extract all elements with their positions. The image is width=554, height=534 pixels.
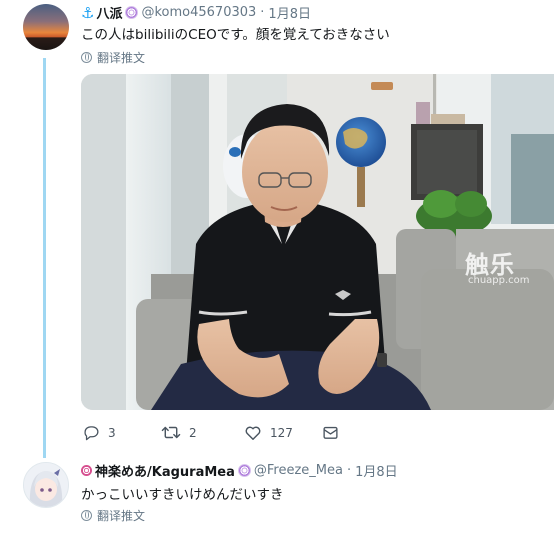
watermark-url: chuapp.com	[468, 275, 530, 286]
reply-icon	[84, 426, 99, 441]
tweet2-translate-label: 翻译推文	[97, 509, 146, 523]
heart-icon	[245, 426, 261, 440]
globe-icon	[81, 52, 92, 63]
tweet2-display-name[interactable]: 神楽めあ/KaguraMea	[95, 461, 235, 480]
tweet1-text: この人はbilibiliのCEOです。顔を覚えておきなさい	[81, 27, 390, 43]
retweet-button[interactable]: 2	[161, 424, 197, 441]
spiral-badge-icon	[125, 6, 139, 19]
retweet-icon	[161, 426, 181, 439]
tweet1-media-photo[interactable]: 触乐 chuapp.com	[81, 74, 554, 410]
anchor-icon: ⚓	[81, 3, 95, 22]
like-button[interactable]: 127	[244, 424, 293, 441]
tweet1-header: ⚓ 八派 @komo45670303 · 1月8日	[81, 3, 311, 23]
tweet1-action-bar: 3 2 127	[81, 424, 381, 444]
retweet-count: 2	[189, 425, 197, 440]
tweet2-separator: ·	[346, 463, 352, 478]
tweet2-header: 神楽めあ/KaguraMea @Freeze_Mea · 1月8日	[81, 461, 398, 480]
share-button[interactable]	[322, 424, 347, 441]
anime-avatar-image	[24, 463, 68, 507]
tweet1-date[interactable]: 1月8日	[268, 3, 311, 22]
like-count: 127	[270, 425, 293, 440]
tweet2-handle[interactable]: @Freeze_Mea	[254, 463, 343, 478]
thread-connector-line	[43, 58, 46, 458]
avatar-hachiha[interactable]	[23, 4, 69, 50]
avatar-kaguramea[interactable]	[23, 462, 69, 508]
tweet1-translate-link[interactable]: 翻译推文	[81, 49, 145, 66]
tweet1-separator: ·	[260, 5, 265, 20]
tweet1-display-name[interactable]: 八派	[96, 3, 122, 22]
tweet1-handle[interactable]: @komo45670303	[141, 5, 256, 20]
tweet2-text: かっこいいすきいけめんだいすき	[81, 487, 284, 503]
interview-photo	[81, 74, 554, 410]
tweet2-date[interactable]: 1月8日	[355, 461, 398, 480]
reply-button[interactable]: 3	[83, 424, 116, 441]
spiral-icon	[81, 465, 92, 476]
tweet2-translate-link[interactable]: 翻译推文	[81, 507, 145, 524]
globe-icon	[81, 510, 92, 521]
reply-count: 3	[108, 425, 116, 440]
spiral-badge-icon	[237, 464, 251, 477]
share-envelope-icon	[323, 426, 338, 439]
tweet1-translate-label: 翻译推文	[97, 51, 146, 65]
